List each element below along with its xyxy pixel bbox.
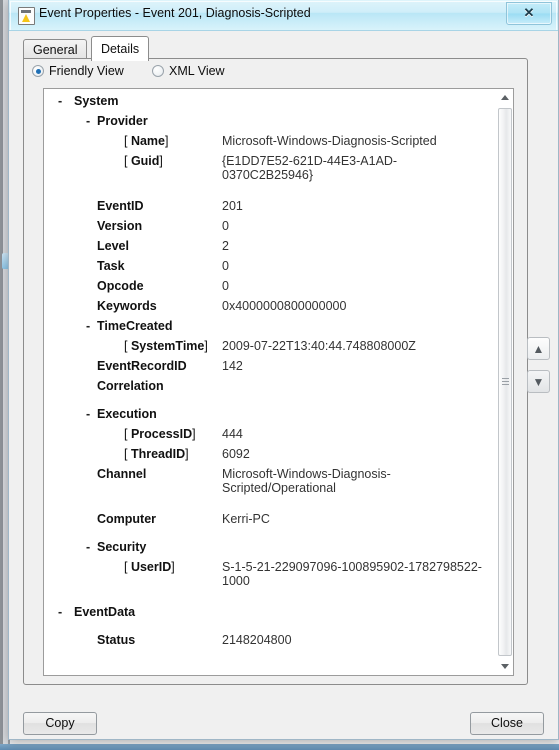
arrow-down-icon: ▼ — [532, 374, 545, 389]
detail-row-value: 201 — [222, 199, 243, 213]
scrollbar-thumb[interactable] — [498, 108, 512, 656]
scroll-down-arrow-icon[interactable] — [497, 658, 513, 675]
window-close-button[interactable]: ✕ — [506, 2, 552, 25]
radio-friendly-view[interactable]: Friendly View — [32, 64, 124, 78]
radio-xml-view[interactable]: XML View — [152, 64, 225, 78]
detail-row-value: Microsoft-Windows-Diagnosis-Scripted/Ope… — [222, 467, 391, 495]
detail-row-label: System — [74, 94, 119, 108]
detail-row-label: Computer — [97, 512, 157, 526]
detail-row-value: 2009-07-22T13:40:44.748808000Z — [222, 339, 416, 353]
collapse-toggle-icon[interactable]: - — [58, 94, 62, 108]
detail-row-label: [ ProcessID] — [124, 427, 196, 441]
title-bar: Event Properties - Event 201, Diagnosis-… — [9, 0, 558, 31]
event-properties-window: Event Properties - Event 201, Diagnosis-… — [8, 0, 559, 740]
detail-row-label: Status — [97, 633, 136, 647]
detail-row-value: Kerri-PC — [222, 512, 270, 526]
close-icon: ✕ — [523, 5, 535, 20]
detail-row-value: 0 — [222, 219, 229, 233]
event-details-rows: - System - Provider[ Name] Microsoft-Windows… — [44, 89, 498, 675]
detail-row-label: TimeCreated — [97, 319, 173, 333]
window-title: Event Properties - Event 201, Diagnosis-… — [39, 6, 311, 20]
arrow-up-icon: ▲ — [532, 341, 545, 356]
detail-row-label: EventRecordID — [97, 359, 187, 373]
detail-row-value: 0 — [222, 279, 229, 293]
detail-row-label: [ SystemTime] — [124, 339, 208, 353]
detail-row-label: Provider — [97, 114, 148, 128]
tab-details[interactable]: Details — [90, 36, 150, 61]
detail-row-label: [ ThreadID] — [124, 447, 189, 461]
detail-row-label: Keywords — [97, 299, 157, 313]
event-details-listbox[interactable]: - System - Provider[ Name] Microsoft-Windows… — [43, 88, 514, 676]
detail-row-value: 6092 — [222, 447, 250, 461]
scroll-up-arrow-icon[interactable] — [497, 89, 513, 106]
detail-row-label-text: ProcessID — [130, 427, 193, 441]
collapse-toggle-icon[interactable]: - — [86, 319, 90, 333]
detail-row-label: Correlation — [97, 379, 164, 393]
detail-row-value: 444 — [222, 427, 243, 441]
taskbar — [0, 744, 559, 750]
collapse-toggle-icon[interactable]: - — [86, 540, 90, 554]
scrollbar-grip-icon — [502, 378, 509, 386]
detail-row-label: [ Name] — [124, 134, 169, 148]
detail-row-label: Level — [97, 239, 129, 253]
radio-dot-icon — [32, 65, 44, 77]
detail-row-value: 142 — [222, 359, 243, 373]
detail-row-label: Channel — [97, 467, 147, 481]
copy-button[interactable]: Copy — [23, 712, 97, 735]
scroll-down-glyph — [501, 664, 509, 669]
detail-row-value: 2148204800 — [222, 633, 292, 647]
event-properties-icon — [18, 7, 35, 25]
detail-row-value: 0x4000000800000000 — [222, 299, 347, 313]
tab-strip: General Details — [23, 36, 150, 61]
detail-row-label-text: Guid — [130, 154, 160, 168]
detail-row-label-text: UserID — [130, 560, 172, 574]
detail-row-label-text: Name — [130, 134, 165, 148]
detail-row-label: Task — [97, 259, 125, 273]
detail-row-label: Execution — [97, 407, 157, 421]
detail-row-label: Opcode — [97, 279, 144, 293]
detail-row-label: EventData — [74, 605, 136, 619]
collapse-toggle-icon[interactable]: - — [86, 407, 90, 421]
detail-row-label: Security — [97, 540, 147, 554]
close-button[interactable]: Close — [470, 712, 544, 735]
details-tab-page: Friendly View XML View - System - Provider[… — [23, 58, 528, 685]
detail-row-value: S-1-5-21-229097096-100895902-1782798522-… — [222, 560, 482, 588]
detail-row-label-text: SystemTime — [130, 339, 205, 353]
collapse-toggle-icon[interactable]: - — [86, 114, 90, 128]
detail-row-value: 0 — [222, 259, 229, 273]
radio-xml-view-label: XML View — [169, 64, 225, 78]
vertical-scrollbar[interactable] — [496, 89, 513, 675]
detail-row-value: 2 — [222, 239, 229, 253]
radio-friendly-view-label: Friendly View — [49, 64, 124, 78]
next-event-button[interactable]: ▼ — [527, 370, 550, 393]
scroll-up-glyph — [501, 95, 509, 100]
collapse-toggle-icon[interactable]: - — [58, 605, 62, 619]
detail-row-value: {E1DD7E52-621D-44E3-A1AD-0370C2B25946} — [222, 154, 398, 182]
detail-row-label: [ UserID] — [124, 560, 175, 574]
detail-row-label-text: ThreadID — [130, 447, 186, 461]
radio-dot-icon — [152, 65, 164, 77]
detail-row-label: Version — [97, 219, 143, 233]
detail-row-value: Microsoft-Windows-Diagnosis-Scripted — [222, 134, 437, 148]
detail-row-label: [ Guid] — [124, 154, 163, 168]
detail-row-label: EventID — [97, 199, 144, 213]
previous-event-button[interactable]: ▲ — [527, 337, 550, 360]
